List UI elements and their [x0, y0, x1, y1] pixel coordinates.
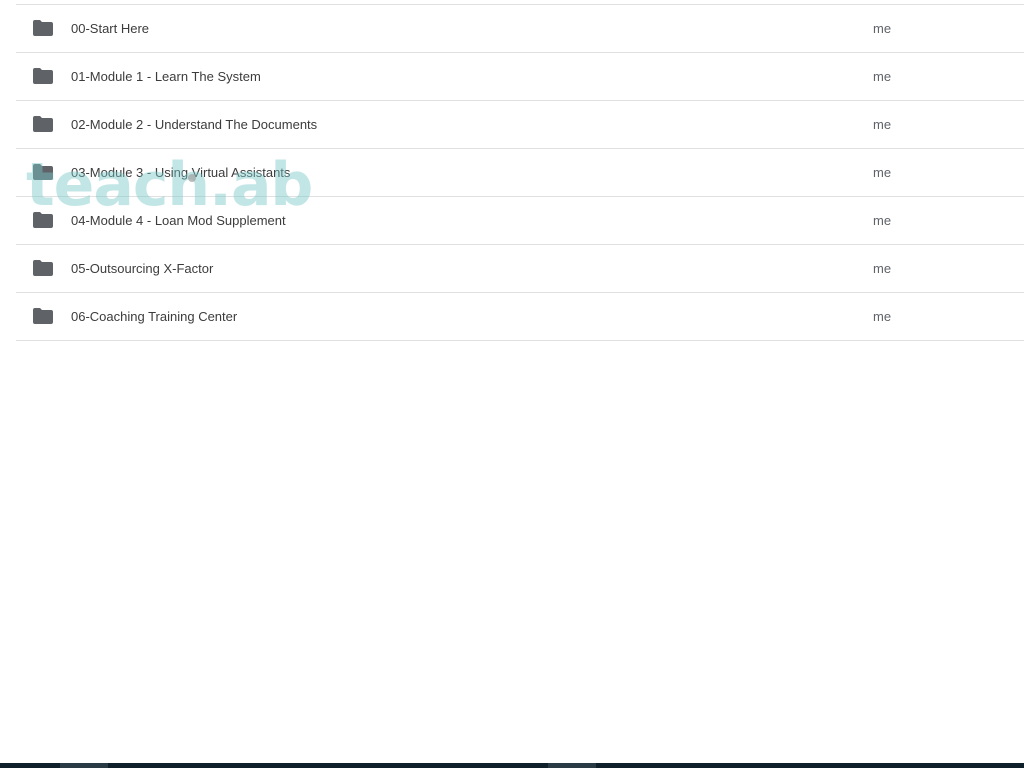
folder-icon	[33, 164, 53, 180]
folder-list: 00-Start Here me 01-Module 1 - Learn The…	[16, 4, 1024, 341]
taskbar	[0, 763, 1024, 768]
folder-icon	[33, 68, 53, 84]
folder-row[interactable]: 01-Module 1 - Learn The System me	[16, 53, 1024, 101]
folder-name: 02-Module 2 - Understand The Documents	[71, 117, 318, 132]
folder-owner: me	[873, 213, 892, 228]
folder-icon	[33, 20, 53, 36]
folder-name: 03-Module 3 - Using Virtual Assistants	[71, 165, 291, 180]
folder-name: 05-Outsourcing X-Factor	[71, 261, 214, 276]
folder-icon	[33, 116, 53, 132]
folder-name: 01-Module 1 - Learn The System	[71, 69, 261, 84]
folder-owner: me	[873, 69, 892, 84]
folder-icon	[33, 308, 53, 324]
folder-row[interactable]: 00-Start Here me	[16, 5, 1024, 53]
taskbar-button[interactable]	[548, 763, 596, 768]
folder-row[interactable]: 02-Module 2 - Understand The Documents m…	[16, 101, 1024, 149]
folder-name: 04-Module 4 - Loan Mod Supplement	[71, 213, 286, 228]
folder-owner: me	[873, 261, 892, 276]
folder-row[interactable]: 04-Module 4 - Loan Mod Supplement me	[16, 197, 1024, 245]
mouse-cursor	[188, 174, 196, 182]
folder-owner: me	[873, 165, 892, 180]
folder-name: 00-Start Here	[71, 21, 150, 36]
folder-owner: me	[873, 21, 892, 36]
folder-row[interactable]: 06-Coaching Training Center me	[16, 293, 1024, 341]
folder-name: 06-Coaching Training Center	[71, 309, 238, 324]
taskbar-button[interactable]	[60, 763, 108, 768]
folder-row[interactable]: 03-Module 3 - Using Virtual Assistants m…	[16, 149, 1024, 197]
drive-page: 00-Start Here me 01-Module 1 - Learn The…	[0, 0, 1024, 768]
folder-icon	[33, 212, 53, 228]
folder-icon	[33, 260, 53, 276]
folder-row[interactable]: 05-Outsourcing X-Factor me	[16, 245, 1024, 293]
folder-owner: me	[873, 117, 892, 132]
folder-owner: me	[873, 309, 892, 324]
